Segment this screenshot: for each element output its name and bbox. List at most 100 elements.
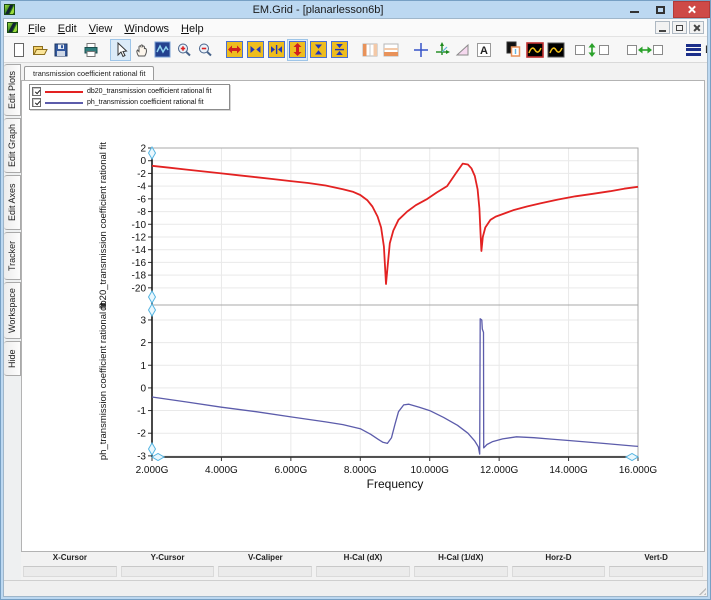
menu-item-help[interactable]: Help <box>175 22 210 36</box>
readout-header: Vert-D <box>607 553 705 565</box>
mdi-restore-icon <box>676 25 683 31</box>
sidebar-tab-edit-graph[interactable]: Edit Graph <box>4 118 21 173</box>
y-axis-label: db20_transmission coefficient rational f… <box>98 142 109 311</box>
legend-label: ph_transmission coefficient rational fit <box>87 99 204 106</box>
shrink-y-icon[interactable] <box>308 39 329 61</box>
zoom-in-icon[interactable] <box>173 39 194 61</box>
side-tab-strip: Edit Plots Edit Graph Edit Axes Tracker Work… <box>4 63 21 580</box>
fit-y-icon[interactable] <box>329 39 350 61</box>
svg-text:2: 2 <box>140 338 146 349</box>
svg-text:-6: -6 <box>137 194 146 205</box>
svg-text:2: 2 <box>140 144 146 155</box>
maximize-button[interactable] <box>647 1 673 18</box>
menu-item-edit[interactable]: Edit <box>52 22 83 36</box>
legend-checkbox[interactable] <box>32 87 41 96</box>
menu-item-view[interactable]: View <box>83 22 119 36</box>
legend-line-sample <box>45 91 83 93</box>
x-tick-label: 4.000G <box>205 465 238 476</box>
axis-handle-icon[interactable] <box>626 454 638 461</box>
plot-panel[interactable]: 20-2-4-6-8-10-12-14-16-18-20db20_transmi… <box>21 80 705 552</box>
mdi-minimize-button[interactable] <box>655 21 670 34</box>
readout-header: V-Caliper <box>216 553 314 565</box>
svg-text:0: 0 <box>140 383 146 394</box>
svg-text:0: 0 <box>140 156 146 167</box>
x-axis-label: Frequency <box>367 477 424 491</box>
expand-y-icon[interactable] <box>287 39 308 61</box>
sidebar-tab-workspace[interactable]: Workspace <box>4 282 21 339</box>
legend-entry[interactable]: ph_transmission coefficient rational fit <box>32 97 227 108</box>
new-icon[interactable] <box>8 39 29 61</box>
split-rows-icon[interactable] <box>380 39 401 61</box>
menu-item-file[interactable]: File <box>22 22 52 36</box>
readout-header: Y-Cursor <box>119 553 217 565</box>
pan-hand-icon[interactable] <box>131 39 152 61</box>
layout-menu-button[interactable]: Layout <box>681 42 708 58</box>
expand-x-icon[interactable] <box>224 39 245 61</box>
crosshair-icon[interactable] <box>410 39 431 61</box>
sidebar-tab-hide[interactable]: Hide <box>4 341 21 376</box>
zoom-out-icon[interactable] <box>194 39 215 61</box>
sidebar-tab-edit-axes[interactable]: Edit Axes <box>4 175 21 230</box>
h-arrows-icon <box>638 44 652 56</box>
mdi-restore-button[interactable] <box>672 21 687 34</box>
axis-handle-icon[interactable] <box>152 454 164 461</box>
axis-handle-icon[interactable] <box>149 304 156 316</box>
svg-text:3: 3 <box>140 315 146 326</box>
shrink-x-icon[interactable] <box>245 39 266 61</box>
fit-x-icon[interactable] <box>266 39 287 61</box>
tab-transmission-coefficient[interactable]: transmission coefficient rational fit <box>24 66 154 80</box>
select-pointer-icon[interactable] <box>110 39 131 61</box>
axes-tracker-icon[interactable] <box>431 39 452 61</box>
window-title: EM.Grid - [planarlesson6b] <box>1 4 635 16</box>
check-icon <box>34 99 39 104</box>
close-button[interactable] <box>673 1 710 18</box>
layout-label: Layout <box>705 44 708 56</box>
readout-header: X-Cursor <box>21 553 119 565</box>
autoscale-y-right-checkbox[interactable] <box>599 45 609 55</box>
caliper-icon[interactable] <box>452 39 473 61</box>
legend-entry[interactable]: db20_transmission coefficient rational f… <box>32 86 227 97</box>
text-tool-icon[interactable]: A <box>473 39 494 61</box>
x-tick-label: 8.000G <box>344 465 377 476</box>
mdi-close-button[interactable] <box>689 21 704 34</box>
svg-text:-8: -8 <box>137 207 146 218</box>
readout-value <box>512 566 606 577</box>
resize-grip[interactable] <box>696 585 706 595</box>
autoscale-x-right-checkbox[interactable] <box>653 45 663 55</box>
copy-image-icon[interactable] <box>503 39 524 61</box>
svg-text:-1: -1 <box>137 406 146 417</box>
readout-value <box>121 566 215 577</box>
axis-handle-icon[interactable] <box>149 443 156 455</box>
autoscale-x-group[interactable] <box>627 44 663 56</box>
app-frame: FileEditViewWindowsHelp <box>3 18 708 597</box>
zoom-window-icon[interactable] <box>152 39 173 61</box>
split-columns-icon[interactable] <box>359 39 380 61</box>
axis-handle-icon[interactable] <box>149 147 156 159</box>
plot-style-red-icon[interactable] <box>524 39 545 61</box>
svg-text:A: A <box>480 45 488 57</box>
menu-item-windows[interactable]: Windows <box>118 22 175 36</box>
save-icon[interactable] <box>50 39 71 61</box>
mdi-minimize-icon <box>659 30 666 32</box>
y-axis-label: ph_transmission coefficient rational fit <box>98 302 109 461</box>
plot-style-dark-icon[interactable] <box>545 39 566 61</box>
legend-checkbox[interactable] <box>32 98 41 107</box>
axis-handle-icon[interactable] <box>149 291 156 303</box>
svg-text:-4: -4 <box>137 182 146 193</box>
autoscale-y-left-checkbox[interactable] <box>575 45 585 55</box>
sidebar-tab-tracker[interactable]: Tracker <box>4 232 21 280</box>
print-icon[interactable] <box>80 39 101 61</box>
svg-text:-2: -2 <box>137 429 146 440</box>
sidebar-tab-edit-plots[interactable]: Edit Plots <box>4 64 21 116</box>
readout-value <box>414 566 508 577</box>
chart-canvas[interactable]: 20-2-4-6-8-10-12-14-16-18-20db20_transmi… <box>22 81 705 552</box>
svg-text:-12: -12 <box>132 232 147 243</box>
x-tick-label: 6.000G <box>274 465 307 476</box>
svg-text:-14: -14 <box>132 245 147 256</box>
legend-line-sample <box>45 102 83 104</box>
autoscale-x-left-checkbox[interactable] <box>627 45 637 55</box>
main-area: Edit Plots Edit Graph Edit Axes Tracker Work… <box>4 63 707 580</box>
svg-text:-3: -3 <box>137 451 146 462</box>
autoscale-y-group[interactable] <box>575 43 609 57</box>
open-icon[interactable] <box>29 39 50 61</box>
